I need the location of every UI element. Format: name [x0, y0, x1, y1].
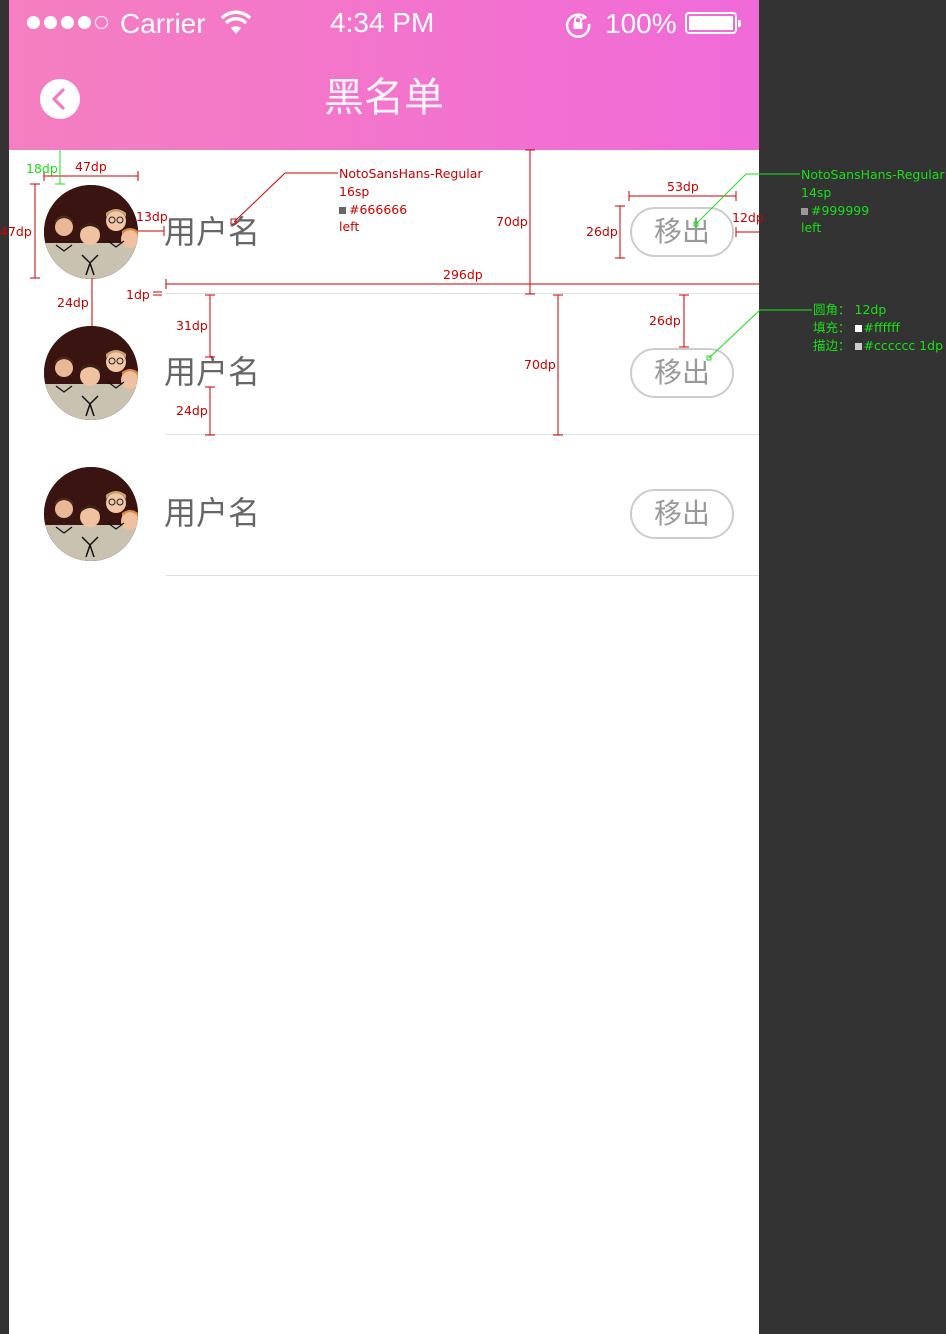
- dim-row-height: 70dp: [496, 214, 528, 229]
- dim-button-height: 26dp: [586, 224, 618, 239]
- spec-corner: 圆角： 12dp: [813, 302, 887, 317]
- dim-row-height-2: 70dp: [524, 357, 556, 372]
- spec-username-font: NotoSansHans-Regular: [339, 166, 483, 181]
- spec-fill: 填充： #ffffff: [813, 320, 900, 335]
- dim-text-bottom: 24dp: [176, 403, 208, 418]
- spec-username-size: 16sp: [339, 184, 370, 199]
- dim-divider-height: 1dp: [126, 287, 150, 302]
- dim-button-right: 12dp: [732, 210, 764, 225]
- dim-avatar-width: 47dp: [75, 159, 107, 174]
- dim-avatar-spacing: 24dp: [57, 295, 89, 310]
- spec-username-color: #666666: [339, 203, 407, 217]
- dim-avatar-gap: 13dp: [136, 209, 168, 224]
- spec-stroke: 描边： #cccccc 1dp: [813, 338, 944, 353]
- spec-button-font: NotoSansHans-Regular: [801, 167, 945, 182]
- spec-button-color: #999999: [801, 204, 869, 218]
- dim-button-width: 53dp: [667, 179, 699, 194]
- spec-username-align: left: [339, 219, 360, 234]
- dim-text-top: 31dp: [176, 318, 208, 333]
- spec-button-size: 14sp: [801, 185, 832, 200]
- spec-button-align: left: [801, 220, 822, 235]
- dim-button-height-2: 26dp: [649, 313, 681, 328]
- dim-avatar-height: 47dp: [0, 224, 32, 239]
- dim-divider-width: 296dp: [443, 267, 483, 282]
- dim-avatar-top: 18dp: [26, 161, 58, 176]
